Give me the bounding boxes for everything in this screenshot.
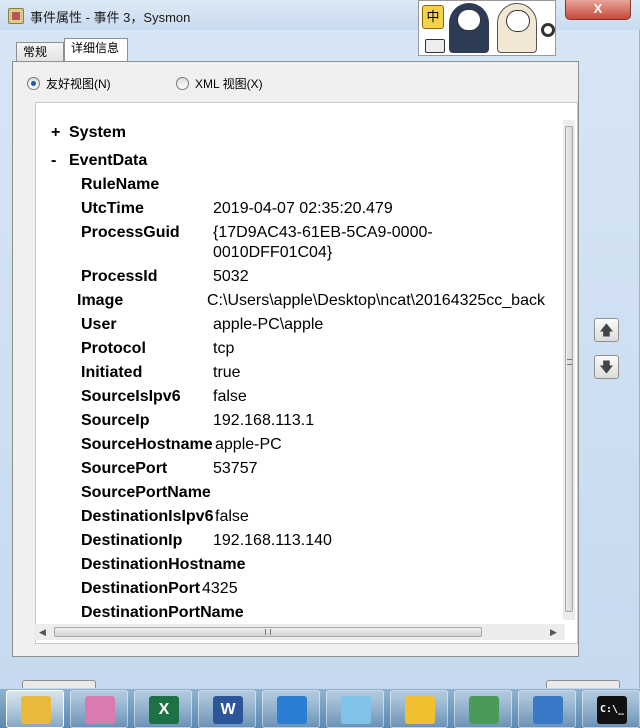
- field-value-continued: 0010DFF01C04}: [213, 244, 333, 261]
- xml-view-radio[interactable]: [176, 77, 189, 90]
- character-figure-image: [497, 3, 537, 53]
- field-value: 53757: [213, 460, 258, 477]
- system-node-label: System: [69, 124, 126, 141]
- field-key: SourcePortName: [81, 484, 211, 501]
- event-details-content: + System - EventData RuleName UtcTime 2019-0…: [36, 103, 577, 633]
- command-prompt-icon: C:\_: [597, 696, 627, 724]
- event-properties-window: 事件属性 - 事件 3，Sysmon X 中 常规 详细信息 友好视图(N) X…: [0, 0, 640, 690]
- tab-general[interactable]: 常规: [16, 42, 64, 62]
- system-node[interactable]: + System: [51, 124, 126, 142]
- field-value: tcp: [213, 340, 235, 357]
- field-value: false: [215, 508, 249, 525]
- arrow-down-icon: 🡇: [599, 359, 614, 375]
- tab-details[interactable]: 详细信息: [64, 38, 128, 62]
- expand-toggle[interactable]: +: [51, 124, 69, 142]
- field-key: Initiated: [81, 364, 143, 381]
- close-button[interactable]: X: [565, 0, 631, 20]
- horizontal-scroll-thumb[interactable]: [54, 627, 482, 637]
- field-key: SourceIsIpv6: [81, 388, 181, 405]
- field-value: true: [213, 364, 241, 381]
- field-key: User: [81, 316, 117, 333]
- event-viewer-app-icon: [8, 8, 24, 24]
- collapse-toggle[interactable]: -: [51, 152, 69, 170]
- event-viewer-icon: [469, 696, 499, 724]
- previous-event-button[interactable]: 🡅: [594, 318, 619, 342]
- taskbar-button[interactable]: [390, 690, 448, 728]
- field-key: DestinationIp: [81, 532, 183, 549]
- friendly-view-radio[interactable]: [27, 77, 40, 90]
- taskbar-button[interactable]: C:\_: [582, 690, 640, 728]
- field-key: ProcessGuid: [81, 224, 180, 241]
- word-icon: W: [213, 696, 243, 724]
- eventdata-node-label: EventData: [69, 152, 148, 169]
- clock-icon: [405, 696, 435, 724]
- field-value: 192.168.113.140: [213, 532, 332, 549]
- file-explorer-icon: [21, 696, 51, 724]
- field-value: apple-PC\apple: [213, 316, 324, 333]
- field-value: 192.168.113.1: [213, 412, 315, 429]
- remote-desktop-icon: [533, 696, 563, 724]
- field-key: DestinationHostname: [81, 556, 246, 573]
- excel-icon: X: [149, 696, 179, 724]
- field-value: false: [213, 388, 247, 405]
- field-value: 5032: [213, 268, 249, 285]
- ime-status-widget[interactable]: 中: [418, 0, 556, 56]
- taskbar-button[interactable]: [454, 690, 512, 728]
- field-key: ProcessId: [81, 268, 158, 285]
- taskbar-button[interactable]: W: [198, 690, 256, 728]
- field-value: 4325: [202, 580, 238, 597]
- field-key: Protocol: [81, 340, 146, 357]
- xml-view-label: XML 视图(X): [195, 77, 263, 91]
- taskbar-button[interactable]: [518, 690, 576, 728]
- notepad-icon: [341, 696, 371, 724]
- field-key: DestinationPort: [81, 580, 201, 597]
- xml-view-option[interactable]: XML 视图(X): [176, 76, 263, 92]
- next-event-button[interactable]: 🡇: [594, 355, 619, 379]
- field-value: C:\Users\apple\Desktop\ncat\20164325cc_b…: [207, 292, 545, 309]
- vertical-scrollbar[interactable]: [563, 120, 575, 620]
- character-figure-image: [449, 3, 489, 53]
- horizontal-scrollbar[interactable]: ◀ ▶: [34, 624, 565, 640]
- field-key: UtcTime: [81, 200, 144, 217]
- vertical-scroll-thumb[interactable]: [565, 126, 573, 612]
- photo-viewer-icon: [85, 696, 115, 724]
- gear-icon[interactable]: [541, 23, 555, 37]
- field-key: Image: [77, 292, 124, 309]
- eventdata-node[interactable]: - EventData: [51, 152, 147, 170]
- field-key: RuleName: [81, 176, 160, 193]
- taskbar-button[interactable]: [262, 690, 320, 728]
- taskbar-button[interactable]: [70, 690, 128, 728]
- window-title: 事件属性 - 事件 3，Sysmon: [30, 10, 191, 25]
- field-value: 2019-04-07 02:35:20.479: [213, 200, 393, 217]
- field-key: DestinationPortName: [81, 604, 244, 621]
- event-details-view[interactable]: + System - EventData RuleName UtcTime 2019-0…: [35, 102, 578, 644]
- taskbar-button[interactable]: [6, 690, 64, 728]
- network-icon: [277, 696, 307, 724]
- friendly-view-option[interactable]: 友好视图(N): [27, 76, 111, 92]
- scroll-right-icon[interactable]: ▶: [550, 627, 557, 638]
- ime-mode-indicator[interactable]: 中: [422, 5, 444, 29]
- taskbar: X W C:\_: [0, 688, 640, 728]
- arrow-up-icon: 🡅: [599, 322, 614, 338]
- field-key: DestinationIsIpv6: [81, 508, 214, 525]
- field-value: {17D9AC43-61EB-5CA9-0000-: [213, 224, 433, 241]
- keyboard-icon[interactable]: [425, 39, 445, 53]
- taskbar-button[interactable]: X: [134, 690, 192, 728]
- field-key: SourceHostname: [81, 436, 213, 453]
- field-value: apple-PC: [215, 436, 282, 453]
- scroll-left-icon[interactable]: ◀: [39, 627, 46, 638]
- field-key: SourcePort: [81, 460, 168, 477]
- friendly-view-label: 友好视图(N): [46, 77, 111, 91]
- taskbar-button[interactable]: [326, 690, 384, 728]
- details-panel: 友好视图(N) XML 视图(X) + System - EventData Rul…: [12, 61, 579, 657]
- field-key: SourceIp: [81, 412, 150, 429]
